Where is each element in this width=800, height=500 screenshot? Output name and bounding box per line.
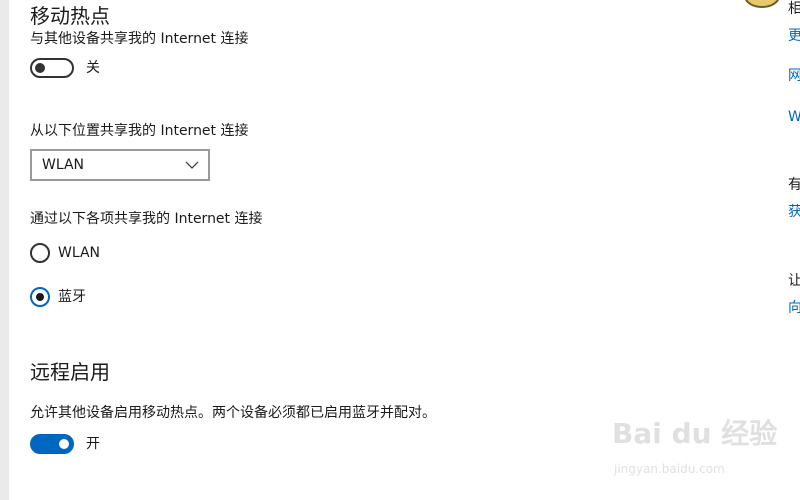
watermark-brand: Bai du 经验 bbox=[612, 417, 778, 450]
radio-wlan-label: WLAN bbox=[58, 245, 101, 261]
related-link[interactable]: 更 bbox=[788, 27, 800, 45]
related-heading: 相 bbox=[788, 1, 800, 17]
share-over-label: 通过以下各项共享我的 Internet 连接 bbox=[30, 211, 263, 227]
remote-toggle[interactable] bbox=[30, 434, 74, 454]
share-from-label: 从以下位置共享我的 Internet 连接 bbox=[30, 123, 249, 139]
feedback-heading: 让 bbox=[788, 273, 800, 289]
radio-bluetooth[interactable] bbox=[30, 287, 50, 307]
radio-bluetooth-label: 蓝牙 bbox=[58, 289, 86, 305]
remote-toggle-state: 开 bbox=[86, 436, 100, 452]
help-link[interactable]: 获 bbox=[788, 203, 800, 221]
help-heading: 有 bbox=[788, 177, 800, 193]
baidu-jingyan-watermark: Bai du 经验 jingyan.baidu.com bbox=[612, 418, 777, 488]
feedback-link[interactable]: 向 bbox=[788, 299, 800, 317]
related-link[interactable]: 网 bbox=[788, 67, 800, 85]
share-from-selected: WLAN bbox=[42, 157, 85, 173]
remote-title: 远程启用 bbox=[30, 360, 110, 384]
hotspot-share-desc: 与其他设备共享我的 Internet 连接 bbox=[30, 31, 249, 47]
hotspot-toggle[interactable] bbox=[30, 58, 74, 78]
toggle-knob bbox=[35, 63, 45, 73]
watermark-url: jingyan.baidu.com bbox=[614, 462, 725, 476]
related-settings-column: 相 更 网 W 有 获 让 向 bbox=[788, 0, 800, 500]
toggle-knob bbox=[59, 439, 69, 449]
remote-desc: 允许其他设备启用移动热点。两个设备必须都已启用蓝牙并配对。 bbox=[30, 405, 436, 421]
share-from-dropdown[interactable]: WLAN bbox=[30, 149, 210, 181]
hotspot-title: 移动热点 bbox=[30, 4, 110, 28]
hotspot-toggle-state: 关 bbox=[86, 60, 100, 76]
chevron-down-icon bbox=[185, 161, 199, 169]
radio-selected-dot bbox=[36, 293, 44, 301]
radio-wlan[interactable] bbox=[30, 243, 50, 263]
related-link[interactable]: W bbox=[788, 108, 800, 126]
